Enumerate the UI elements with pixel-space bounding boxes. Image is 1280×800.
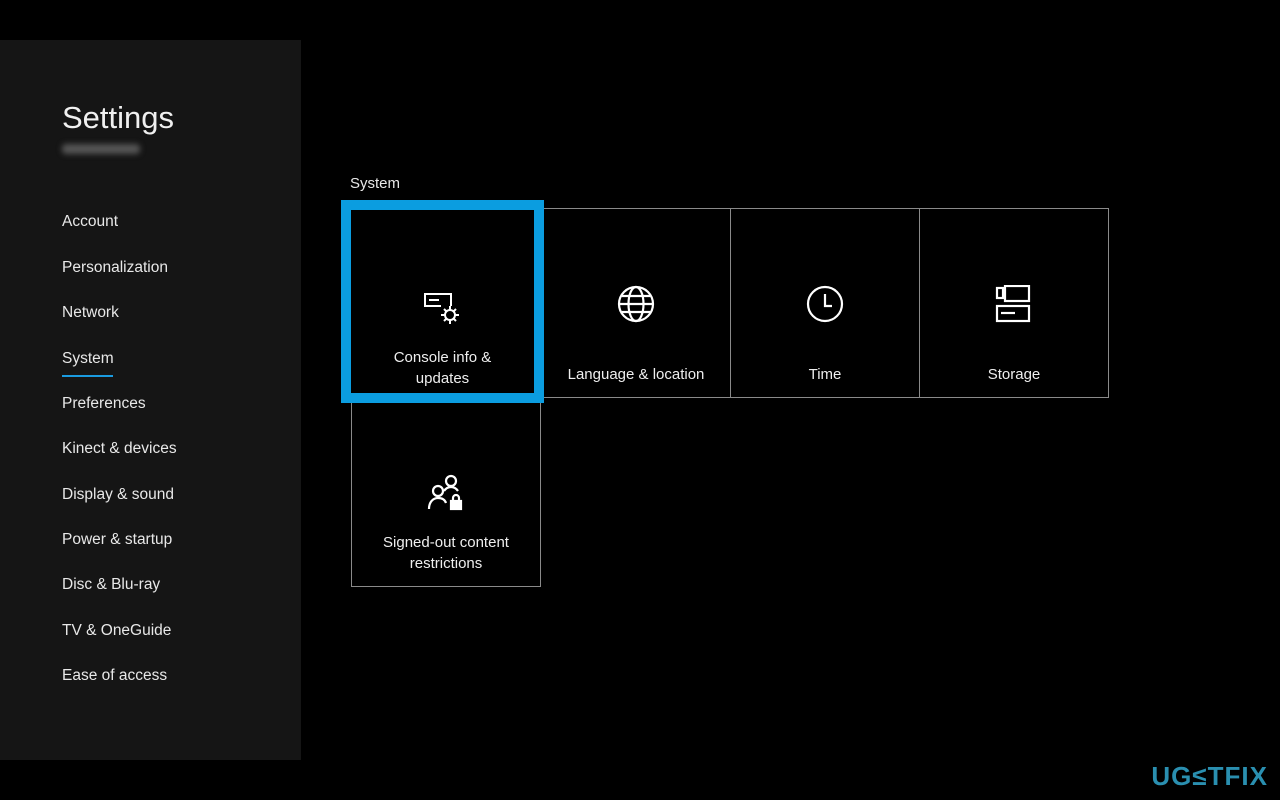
sidebar-item-account[interactable]: Account xyxy=(62,213,118,231)
sidebar-item-disc-bluray[interactable]: Disc & Blu-ray xyxy=(62,576,160,594)
tile-label: Signed-out content restrictions xyxy=(383,534,509,572)
sidebar-item-tv-oneguide[interactable]: TV & OneGuide xyxy=(62,622,171,640)
tile-time[interactable]: Time xyxy=(730,208,920,398)
tile-signed-out-content-restrictions[interactable]: Signed-out content restrictions xyxy=(351,397,541,587)
clock-icon xyxy=(806,285,844,323)
sidebar-item-preferences[interactable]: Preferences xyxy=(62,395,146,413)
section-title: System xyxy=(350,175,401,192)
sidebar-item-display-sound[interactable]: Display & sound xyxy=(62,486,174,504)
sidebar-item-power-startup[interactable]: Power & startup xyxy=(62,531,172,549)
sidebar-item-kinect-devices[interactable]: Kinect & devices xyxy=(62,440,177,458)
sidebar: Settings Account Personalization Network… xyxy=(0,40,301,760)
tile-label: Storage xyxy=(987,366,1041,383)
people-lock-icon xyxy=(427,474,463,511)
tile-storage[interactable]: Storage xyxy=(919,208,1109,398)
sidebar-item-network[interactable]: Network xyxy=(62,304,119,322)
tile-label: Language & location xyxy=(567,366,705,383)
tile-label: Time xyxy=(808,366,842,383)
globe-icon xyxy=(617,285,655,323)
watermark-logo: UG≤TFIX xyxy=(1151,761,1268,791)
sidebar-item-ease-of-access[interactable]: Ease of access xyxy=(62,667,167,685)
tile-console-info-updates[interactable]: Console info & updates xyxy=(341,200,544,403)
sidebar-item-system[interactable]: System xyxy=(62,350,114,377)
storage-icon xyxy=(995,285,1031,323)
sidebar-item-personalization[interactable]: Personalization xyxy=(62,259,168,277)
console-gear-icon xyxy=(423,293,459,324)
tile-language-location[interactable]: Language & location xyxy=(541,208,731,398)
username-blurred xyxy=(62,144,140,154)
tile-label: Console info & updates xyxy=(393,349,492,387)
page-title: Settings xyxy=(62,100,175,135)
